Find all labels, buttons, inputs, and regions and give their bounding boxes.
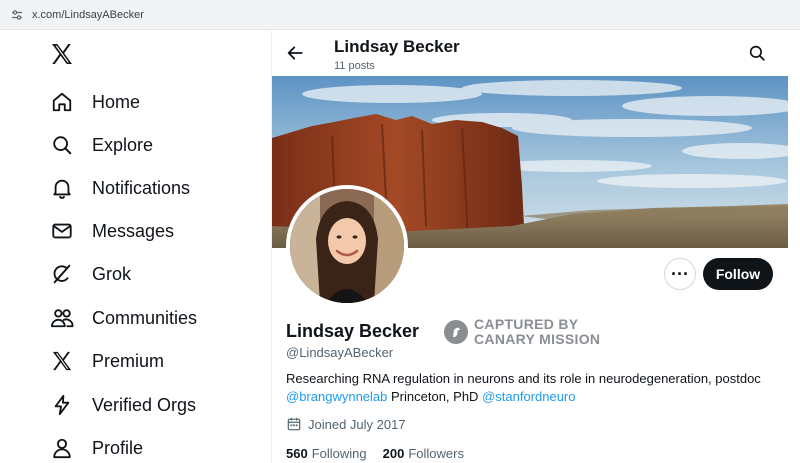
search-icon: [50, 133, 74, 157]
sidebar-item-home[interactable]: Home: [50, 86, 140, 118]
followers-link[interactable]: 200 Followers: [383, 446, 464, 461]
watermark-line-2: CANARY MISSION: [474, 331, 601, 347]
sidebar-item-verified-orgs[interactable]: Verified Orgs: [50, 389, 196, 421]
profile-stats: 560 Following 200 Followers: [286, 446, 480, 461]
tune-icon[interactable]: [10, 8, 24, 22]
bell-icon: [50, 176, 74, 200]
profile-main: Lindsay Becker 11 posts ··· Follow Linds…: [272, 30, 800, 463]
sidebar-item-label: Notifications: [92, 177, 191, 198]
follow-button[interactable]: Follow: [703, 258, 773, 290]
following-link[interactable]: 560 Following: [286, 446, 367, 461]
people-icon: [50, 306, 74, 330]
x-logo-icon: [50, 349, 74, 373]
sidebar-item-profile[interactable]: Profile: [50, 432, 143, 463]
bio-text-middle: Princeton, PhD: [391, 389, 479, 404]
sidebar-item-label: Communities: [92, 307, 198, 328]
followers-label: Followers: [408, 446, 464, 461]
profile-handle: @LindsayABecker: [286, 345, 394, 360]
person-icon: [50, 436, 74, 460]
sidebar-item-label: Home: [92, 91, 141, 112]
sidebar-item-explore[interactable]: Explore: [50, 129, 153, 161]
profile-header-bar: Lindsay Becker 11 posts: [272, 30, 800, 76]
grok-icon: [50, 262, 74, 286]
bio-link-brangwynnelab[interactable]: @brangwynnelab: [286, 389, 387, 404]
header-posts-count: 11 posts: [334, 60, 375, 72]
sidebar-item-messages[interactable]: Messages: [50, 215, 174, 247]
following-label: Following: [311, 446, 367, 461]
sidebar-item-label: Profile: [92, 437, 144, 458]
canary-seal-icon: [444, 320, 468, 344]
bio-link-stanfordneuro[interactable]: @stanfordneuro: [482, 389, 575, 404]
profile-bio: Researching RNA regulation in neurons an…: [286, 370, 794, 406]
sidebar-item-notifications[interactable]: Notifications: [50, 172, 190, 204]
profile-avatar[interactable]: [286, 185, 408, 307]
sidebar-item-label: Messages: [92, 220, 175, 241]
calendar-icon: [286, 416, 302, 432]
left-sidebar: Home Explore Notifications Messages Grok…: [0, 30, 272, 463]
bio-text: Researching RNA regulation in neurons an…: [286, 371, 761, 386]
followers-count: 200: [382, 446, 405, 461]
sidebar-item-label: Grok: [92, 263, 132, 284]
profile-joined-date: Joined July 2017: [286, 416, 406, 432]
more-options-button[interactable]: ···: [664, 258, 696, 290]
search-icon: [749, 45, 765, 61]
canary-mission-watermark: CAPTURED BY CANARY MISSION: [444, 317, 600, 347]
lightning-icon: [50, 393, 74, 417]
sidebar-item-label: Verified Orgs: [92, 394, 197, 415]
search-button[interactable]: [746, 42, 768, 64]
sidebar-item-grok[interactable]: Grok: [50, 258, 131, 290]
envelope-icon: [50, 219, 74, 243]
x-logo[interactable]: [50, 42, 76, 68]
profile-display-name: Lindsay Becker: [286, 321, 420, 341]
joined-text: Joined July 2017: [308, 416, 406, 432]
watermark-line-1: CAPTURED BY: [474, 316, 579, 332]
sidebar-item-label: Premium: [92, 350, 165, 371]
sidebar-item-premium[interactable]: Premium: [50, 345, 164, 377]
sidebar-item-communities[interactable]: Communities: [50, 302, 197, 334]
url-text[interactable]: x.com/LindsayABecker: [32, 9, 144, 21]
home-icon: [50, 90, 74, 114]
back-button[interactable]: [284, 42, 306, 64]
following-count: 560: [286, 446, 308, 461]
header-profile-name: Lindsay Becker: [334, 37, 460, 56]
sidebar-item-label: Explore: [92, 134, 154, 155]
arrow-left-icon: [287, 46, 303, 60]
browser-url-bar[interactable]: x.com/LindsayABecker: [0, 0, 800, 30]
